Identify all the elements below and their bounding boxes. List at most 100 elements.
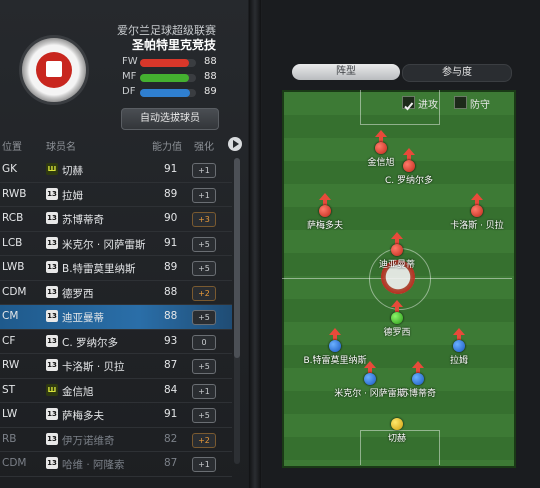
row-pos: LWB bbox=[2, 261, 25, 273]
table-row[interactable]: RW 13 卡洛斯 · 贝拉 87 +5 bbox=[0, 354, 232, 379]
row-upgrade: +5 bbox=[192, 408, 216, 423]
pitch-player[interactable]: 卡洛斯 · 贝拉 bbox=[437, 193, 517, 231]
advance-arrow-icon bbox=[391, 232, 403, 239]
season-badge: 13 bbox=[46, 187, 58, 200]
header-pos: 位置 bbox=[2, 142, 22, 153]
pitch-player[interactable]: 苏博蒂奇 bbox=[378, 361, 458, 399]
season-badge: Ш bbox=[46, 163, 58, 175]
advance-arrow-icon bbox=[391, 300, 403, 307]
row-upgrade: +1 bbox=[192, 457, 216, 472]
table-row[interactable]: LWB 13 B.特雷莫里纳斯 89 +5 bbox=[0, 256, 232, 281]
season-badge: 13 bbox=[46, 408, 58, 420]
advance-arrow-icon bbox=[412, 361, 424, 368]
player-marker bbox=[391, 418, 403, 430]
crest-emblem bbox=[36, 52, 72, 88]
auto-select-button[interactable]: 自动选拔球员 bbox=[121, 108, 219, 130]
table-row[interactable]: RWB 13 拉姆 89 +1 bbox=[0, 183, 232, 207]
row-upgrade: +1 bbox=[192, 163, 216, 178]
player-marker bbox=[364, 373, 376, 385]
tab-formation[interactable]: 阵型 bbox=[292, 64, 400, 80]
row-name: 德罗西 bbox=[62, 287, 94, 300]
table-row[interactable]: CM 13 迪亚曼蒂 88 +5 bbox=[0, 305, 232, 330]
rating-fill bbox=[140, 89, 190, 97]
table-row[interactable]: LCB 13 米克尔 · 冈萨雷斯 91 +5 bbox=[0, 232, 232, 256]
row-name: 苏博蒂奇 bbox=[62, 214, 104, 226]
row-name: 萨梅多夫 bbox=[62, 410, 104, 422]
player-marker bbox=[412, 373, 424, 385]
row-name: B.特雷莫里纳斯 bbox=[62, 263, 136, 275]
row-name: 米克尔 · 冈萨雷斯 bbox=[62, 238, 146, 251]
table-row[interactable]: GK Ш 切赫 91 +1 bbox=[0, 158, 232, 183]
defend-checkbox[interactable] bbox=[454, 96, 467, 109]
table-row[interactable]: ST Ш 金信旭 84 +1 bbox=[0, 379, 232, 403]
player-name: 苏博蒂奇 bbox=[399, 389, 436, 399]
season-badge: 13 bbox=[46, 212, 58, 224]
row-pos: ST bbox=[2, 383, 16, 396]
row-upgrade: 0 bbox=[192, 334, 216, 350]
tab-participation[interactable]: 参与度 bbox=[402, 64, 512, 82]
row-rating: 90 bbox=[164, 212, 178, 224]
season-badge: 13 bbox=[46, 236, 58, 249]
row-rating: 91 bbox=[164, 236, 178, 249]
advance-arrow-icon bbox=[453, 328, 465, 335]
header-rating: 能力值 bbox=[152, 142, 182, 153]
table-row[interactable]: LW 13 萨梅多夫 91 +5 bbox=[0, 403, 232, 428]
rating-fill bbox=[140, 74, 190, 82]
player-marker bbox=[391, 244, 403, 256]
row-pos: GK bbox=[2, 163, 18, 175]
season-badge: 13 bbox=[46, 457, 58, 469]
season-badge: Ш bbox=[46, 383, 58, 396]
pitch-player[interactable]: C. 罗纳尔多 bbox=[369, 148, 449, 186]
player-name: 卡洛斯 · 贝拉 bbox=[450, 221, 504, 231]
row-rating: 84 bbox=[164, 383, 178, 396]
table-header: 位置 球员名 能力值 强化 bbox=[0, 138, 248, 153]
rating-bar bbox=[140, 89, 196, 97]
rating-value: 88 bbox=[204, 71, 217, 82]
row-rating: 91 bbox=[164, 163, 178, 175]
attack-checkbox[interactable] bbox=[402, 96, 415, 111]
table-row[interactable]: CDM 13 德罗西 88 +2 bbox=[0, 281, 232, 305]
player-name: C. 罗纳尔多 bbox=[384, 176, 433, 186]
table-row[interactable]: CF 13 C. 罗纳尔多 93 0 bbox=[0, 330, 232, 354]
season-badge: 13 bbox=[46, 334, 58, 347]
row-pos: CF bbox=[2, 334, 16, 347]
panel-divider bbox=[249, 0, 261, 488]
row-name: 金信旭 bbox=[62, 385, 94, 398]
table-row[interactable]: CDM 13 哈维 · 阿隆索 87 +1 bbox=[0, 452, 232, 477]
row-upgrade: +1 bbox=[192, 383, 216, 399]
rating-bar bbox=[140, 74, 196, 82]
row-rating: 89 bbox=[164, 187, 178, 200]
rating-fill bbox=[140, 59, 190, 67]
table-row[interactable]: RCB 13 苏博蒂奇 90 +3 bbox=[0, 207, 232, 232]
row-upgrade: +2 bbox=[192, 432, 216, 448]
row-pos: CDM bbox=[2, 457, 27, 469]
row-pos: RB bbox=[2, 432, 17, 445]
list-scrollbar[interactable] bbox=[234, 158, 240, 464]
advance-arrow-icon bbox=[364, 361, 376, 368]
play-icon[interactable] bbox=[228, 137, 242, 151]
row-name: 迪亚曼蒂 bbox=[62, 312, 104, 324]
advance-arrow-icon bbox=[375, 130, 387, 137]
season-badge: 13 bbox=[46, 285, 58, 298]
season-badge: 13 bbox=[46, 359, 58, 371]
rating-value: 88 bbox=[204, 56, 217, 67]
row-rating: 91 bbox=[164, 408, 178, 420]
row-upgrade: +5 bbox=[192, 261, 216, 276]
season-badge: 13 bbox=[46, 432, 58, 445]
row-name: 拉姆 bbox=[62, 189, 83, 202]
player-name: 切赫 bbox=[387, 434, 406, 444]
row-rating: 93 bbox=[164, 334, 178, 347]
team-name: 圣帕特里克竞技 bbox=[131, 38, 216, 52]
player-marker bbox=[471, 205, 483, 217]
scroll-thumb[interactable] bbox=[234, 158, 240, 358]
advance-arrow-icon bbox=[319, 193, 331, 200]
player-marker bbox=[453, 340, 465, 352]
pitch-player[interactable]: 迪亚曼蒂 bbox=[357, 232, 437, 270]
row-pos: CDM bbox=[2, 285, 27, 298]
pitch-player[interactable]: 切赫 bbox=[357, 418, 437, 444]
pitch-player[interactable]: 萨梅多夫 bbox=[285, 193, 365, 231]
table-row[interactable]: RB 13 伊万诺维奇 82 +2 bbox=[0, 428, 232, 452]
row-pos: CM bbox=[2, 310, 19, 322]
advance-arrow-icon bbox=[403, 148, 415, 155]
row-pos: RWB bbox=[2, 187, 27, 200]
